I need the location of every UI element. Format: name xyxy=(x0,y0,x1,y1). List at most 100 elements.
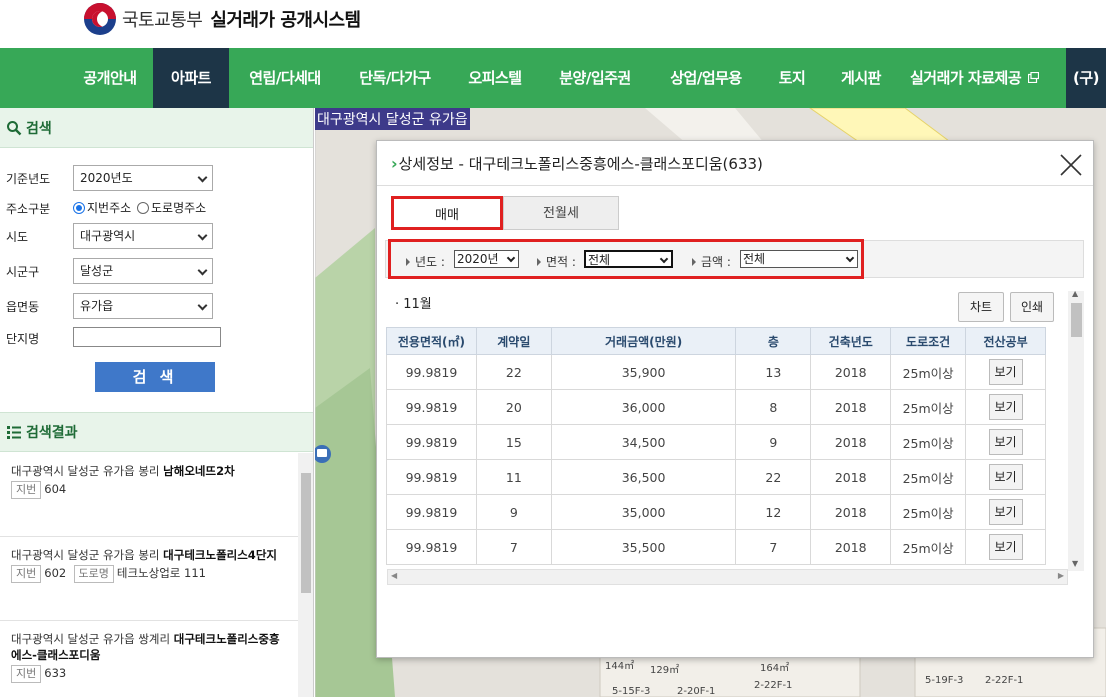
chevron-down-icon xyxy=(659,254,669,264)
view-registry-button[interactable]: 보기 xyxy=(988,534,1023,560)
cell-price: 35,900 xyxy=(550,354,737,390)
col-header-floor[interactable]: 층 xyxy=(735,327,812,355)
scrollbar-thumb[interactable] xyxy=(301,473,311,593)
map-area-label: 164㎡ xyxy=(760,663,790,674)
cell-road: 25m이상 xyxy=(890,459,967,495)
search-button[interactable]: 검 색 xyxy=(95,362,215,392)
year-filter-select[interactable]: 2020년 xyxy=(454,250,519,268)
price-filter-select[interactable]: 전체 xyxy=(740,250,858,268)
search-section-header: 검색 xyxy=(0,108,313,148)
cell-built-year: 2018 xyxy=(810,494,892,530)
map-building-label: 5-19F-3 xyxy=(925,675,964,686)
detail-modal: › 상세정보 - 대구테크노폴리스중흥에스-클래스포디움(633) 매매 전월세… xyxy=(376,140,1094,658)
results-section-header: 검색결과 xyxy=(0,412,313,452)
result-item[interactable]: 대구광역시 달성군 유가읍 봉리 대구테크노폴리스4단지 지번 602 도로명 테크… xyxy=(0,537,298,621)
sido-select[interactable]: 대구광역시 xyxy=(73,223,213,249)
nav-item-land[interactable]: 토지 xyxy=(768,48,816,108)
cell-built-year: 2018 xyxy=(810,354,892,390)
external-window-icon xyxy=(1028,71,1040,84)
nav-item-presale[interactable]: 분양/입주권 xyxy=(546,48,644,108)
dong-select[interactable]: 유가읍 xyxy=(73,293,213,319)
chart-button[interactable]: 차트 xyxy=(958,292,1004,322)
result-address: 대구광역시 달성군 유가읍 봉리 xyxy=(11,464,160,478)
cell-registry: 보기 xyxy=(965,494,1046,530)
header: 국토교통부 실거래가 공개시스템 xyxy=(0,0,1106,48)
nav-item-apartment[interactable]: 아파트 xyxy=(153,48,229,108)
tab-rent[interactable]: 전월세 xyxy=(503,196,619,230)
nav-item-commercial[interactable]: 상업/업무용 xyxy=(656,48,756,108)
nav-item-rowhouse[interactable]: 연립/다세대 xyxy=(233,48,337,108)
result-address: 대구광역시 달성군 유가읍 쌍계리 xyxy=(11,632,171,646)
scroll-right-icon[interactable]: ▶ xyxy=(1058,571,1064,580)
results-scrollbar[interactable] xyxy=(298,453,313,697)
nav-item-detached[interactable]: 단독/다가구 xyxy=(343,48,447,108)
cell-floor: 22 xyxy=(735,459,812,495)
address-lot-radio[interactable] xyxy=(73,202,85,214)
cell-road: 25m이상 xyxy=(890,424,967,460)
chevron-down-icon xyxy=(845,253,855,263)
address-road-radio[interactable] xyxy=(137,202,149,214)
result-name[interactable]: 대구테크노폴리스4단지 xyxy=(163,548,277,562)
scroll-down-icon[interactable]: ▼ xyxy=(1072,559,1078,568)
nav-item-data-provision[interactable]: 실거래가 자료제공 xyxy=(910,48,1060,108)
table-vertical-scrollbar[interactable]: ▲ ▼ xyxy=(1068,289,1084,571)
view-registry-button[interactable]: 보기 xyxy=(988,464,1023,490)
lot-number: 604 xyxy=(44,482,67,496)
view-registry-button[interactable]: 보기 xyxy=(988,499,1023,525)
cell-area: 99.9819 xyxy=(386,494,477,530)
nav-item-guide[interactable]: 공개안내 xyxy=(68,48,152,108)
site-logo[interactable]: 국토교통부 실거래가 공개시스템 xyxy=(84,3,361,35)
cell-floor: 13 xyxy=(735,354,812,390)
results-section: 검색결과 xyxy=(0,412,313,452)
col-header-road[interactable]: 도로조건 xyxy=(890,327,967,355)
map-area-label: 144㎡ xyxy=(605,661,635,672)
close-icon[interactable] xyxy=(1059,153,1083,177)
dong-select-value: 유가읍 xyxy=(80,299,114,313)
area-filter-value: 전체 xyxy=(588,253,611,267)
view-registry-button[interactable]: 보기 xyxy=(988,394,1023,420)
cell-registry: 보기 xyxy=(965,424,1046,460)
nav-item-old[interactable]: (구) xyxy=(1066,48,1106,108)
col-header-registry[interactable]: 전산공부 xyxy=(965,327,1046,355)
scroll-left-icon[interactable]: ◀ xyxy=(391,571,397,580)
lot-number: 602 xyxy=(44,566,67,580)
table-horizontal-scrollbar[interactable]: ◀ ▶ xyxy=(387,569,1068,585)
scroll-up-icon[interactable]: ▲ xyxy=(1072,289,1078,298)
sigungu-select[interactable]: 달성군 xyxy=(73,258,213,284)
ministry-name: 국토교통부 xyxy=(122,10,203,31)
view-registry-button[interactable]: 보기 xyxy=(988,359,1023,385)
col-header-area[interactable]: 전용면적(㎡) xyxy=(386,327,477,355)
table-row: 99.9819 20 36,000 8 2018 25m이상 보기 xyxy=(386,389,1046,425)
cell-registry: 보기 xyxy=(965,529,1046,565)
result-address: 대구광역시 달성군 유가읍 봉리 xyxy=(11,548,160,562)
cell-area: 99.9819 xyxy=(386,354,477,390)
cell-road: 25m이상 xyxy=(890,389,967,425)
tab-sale[interactable]: 매매 xyxy=(391,196,503,230)
divider xyxy=(377,185,1093,186)
year-select[interactable]: 2020년도 xyxy=(73,165,213,191)
complex-name-input[interactable] xyxy=(73,327,221,347)
result-item[interactable]: 대구광역시 달성군 유가읍 봉리 남해오네뜨2차 지번 604 xyxy=(0,453,298,537)
cell-contract-day: 9 xyxy=(475,494,552,530)
cell-price: 34,500 xyxy=(550,424,737,460)
search-sidebar: 검색 기준년도 2020년도 주소구분 지번주소 도로명주소 시도 대구광역시 … xyxy=(0,108,314,697)
cell-built-year: 2018 xyxy=(810,459,892,495)
year-select-value: 2020년도 xyxy=(80,171,133,185)
area-filter-select[interactable]: 전체 xyxy=(584,250,673,268)
cell-contract-day: 20 xyxy=(475,389,552,425)
lot-tag: 지번 xyxy=(11,481,42,499)
nav-item-board[interactable]: 게시판 xyxy=(828,48,894,108)
road-tag: 도로명 xyxy=(73,565,114,583)
result-item[interactable]: 대구광역시 달성군 유가읍 쌍계리 대구테크노폴리스중흥에스-클래스포디움 지번… xyxy=(0,621,298,697)
cell-built-year: 2018 xyxy=(810,424,892,460)
scrollbar-thumb[interactable] xyxy=(1071,303,1082,337)
month-label: · 11월 xyxy=(395,297,432,312)
print-button[interactable]: 인쇄 xyxy=(1010,292,1054,322)
view-registry-button[interactable]: 보기 xyxy=(988,429,1023,455)
col-header-built-year[interactable]: 건축년도 xyxy=(810,327,892,355)
nav-item-officetel[interactable]: 오피스텔 xyxy=(455,48,535,108)
col-header-price[interactable]: 거래금액(만원) xyxy=(550,327,737,355)
col-header-contract-day[interactable]: 계약일 xyxy=(475,327,552,355)
results-list: 대구광역시 달성군 유가읍 봉리 남해오네뜨2차 지번 604 대구광역시 달성군… xyxy=(0,453,298,697)
result-name[interactable]: 남해오네뜨2차 xyxy=(163,464,234,478)
